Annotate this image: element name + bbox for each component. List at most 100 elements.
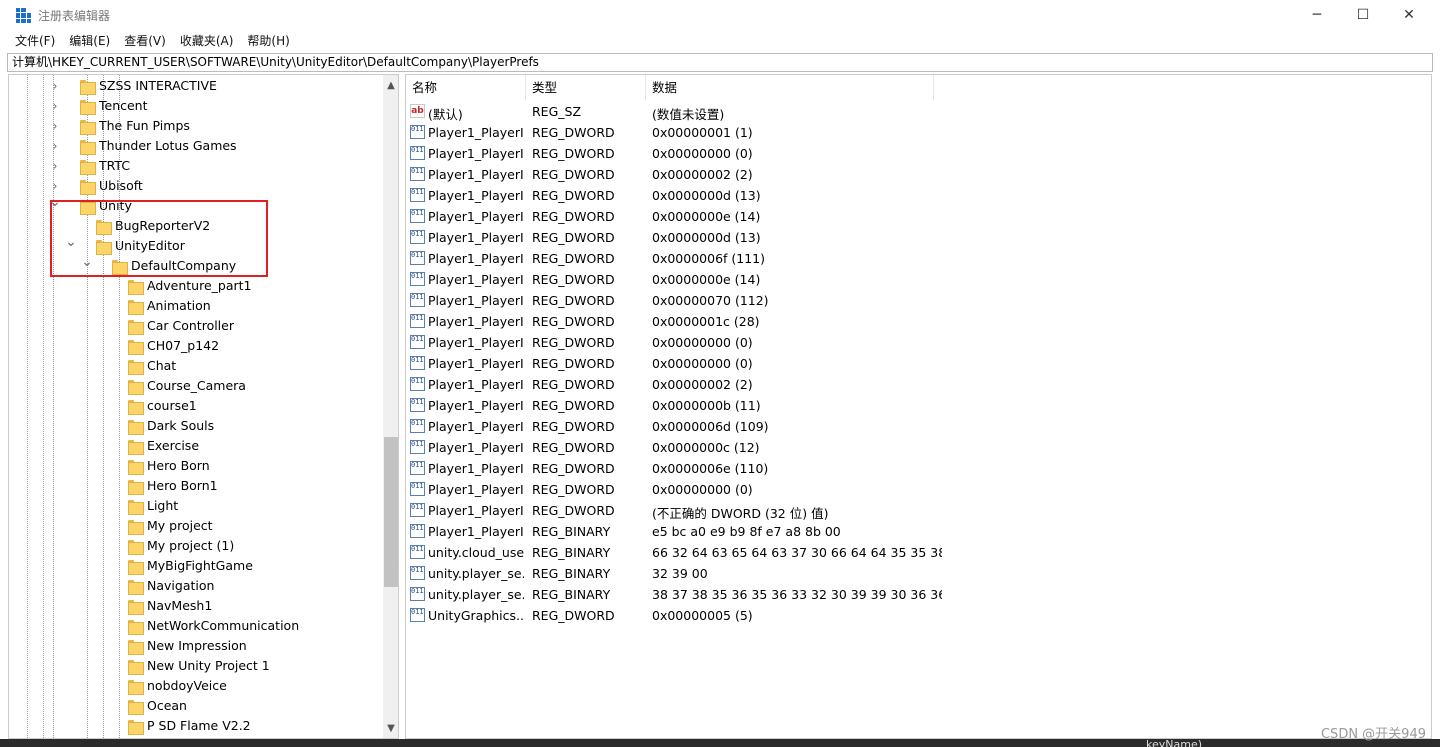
value-row[interactable]: 0110unity.player_se... REG_BINARY 32 39 00 xyxy=(406,563,1431,584)
value-row[interactable]: 0110Player1_PlayerI... REG_DWORD 0x0000006… xyxy=(406,458,1431,479)
value-data: (不正确的 DWORD (32 位) 值) xyxy=(652,506,829,521)
tree-item-label: Thunder Lotus Games xyxy=(99,138,237,153)
value-row[interactable]: 0110Player1_PlayerI... REG_DWORD 0x0000000… xyxy=(406,437,1431,458)
key-tree-pane[interactable]: › SZSS INTERACTIVE › Tencent › The Fun Pimps ›… xyxy=(8,74,399,739)
chevron-right-icon[interactable]: › xyxy=(49,76,61,96)
close-button[interactable]: ✕ xyxy=(1386,0,1432,30)
value-row[interactable]: 0110Player1_PlayerI... REG_DWORD 0x0000000… xyxy=(406,206,1431,227)
folder-icon xyxy=(128,480,144,495)
value-row[interactable]: 0110Player1_PlayerI... REG_DWORD 0x0000000… xyxy=(406,122,1431,143)
tree-item[interactable]: My project xyxy=(9,516,382,536)
scroll-down-arrow-icon[interactable]: ▼ xyxy=(383,718,398,738)
menu-help[interactable]: 帮助(H) xyxy=(240,30,296,52)
tree-item[interactable]: NavMesh1 xyxy=(9,596,382,616)
value-row[interactable]: 0110unity.cloud_use... REG_BINARY 66 32 64… xyxy=(406,542,1431,563)
pane-splitter[interactable] xyxy=(400,74,404,739)
value-type: REG_SZ xyxy=(532,104,582,119)
value-row[interactable]: 0110UnityGraphics... REG_DWORD 0x00000005 … xyxy=(406,605,1431,626)
tree-item-label: Ocean xyxy=(147,698,187,713)
tree-item[interactable]: Light xyxy=(9,496,382,516)
tree-item[interactable]: Ocean xyxy=(9,696,382,716)
folder-icon xyxy=(128,340,144,355)
tree-item[interactable]: Car Controller xyxy=(9,316,382,336)
chevron-right-icon[interactable]: › xyxy=(49,156,61,176)
value-row[interactable]: 0110unity.player_se... REG_BINARY 38 37 38… xyxy=(406,584,1431,605)
chevron-right-icon[interactable]: › xyxy=(49,96,61,116)
column-header-type[interactable]: 类型 xyxy=(526,75,646,100)
tree-item[interactable]: course1 xyxy=(9,396,382,416)
value-name: Player1_PlayerI... xyxy=(428,146,524,161)
menu-favorites[interactable]: 收藏夹(A) xyxy=(173,30,241,52)
binary-value-icon: 0110 xyxy=(410,146,425,160)
value-data: 38 37 38 35 36 35 36 33 32 30 39 39 30 3… xyxy=(652,587,942,602)
value-row[interactable]: 0110Player1_PlayerI... REG_DWORD 0x0000006… xyxy=(406,416,1431,437)
value-row[interactable]: 0110Player1_PlayerI... REG_DWORD 0x0000000… xyxy=(406,332,1431,353)
value-name: (默认) xyxy=(428,107,463,122)
value-row[interactable]: 0110Player1_PlayerI... REG_DWORD 0x0000000… xyxy=(406,395,1431,416)
tree-item[interactable]: CH07_p142 xyxy=(9,336,382,356)
tree-item[interactable]: nobdoyVeice xyxy=(9,676,382,696)
tree-item[interactable]: Hero Born1 xyxy=(9,476,382,496)
tree-item[interactable]: › Thunder Lotus Games xyxy=(9,136,382,156)
tree-item[interactable]: › TRTC xyxy=(9,156,382,176)
value-name: Player1_PlayerI... xyxy=(428,272,524,287)
tree-item[interactable]: Adventure_part1 xyxy=(9,276,382,296)
tree-item[interactable]: Course_Camera xyxy=(9,376,382,396)
menu-file[interactable]: 文件(F) xyxy=(8,30,62,52)
folder-icon xyxy=(128,320,144,335)
value-row[interactable]: 0110Player1_PlayerI... REG_DWORD 0x0000000… xyxy=(406,185,1431,206)
tree-item[interactable]: Animation xyxy=(9,296,382,316)
column-header-data[interactable]: 数据 xyxy=(646,75,934,100)
value-name: Player1_PlayerI... xyxy=(428,209,524,224)
value-row[interactable]: 0110Player1_PlayerI... REG_DWORD 0x0000000… xyxy=(406,227,1431,248)
tree-item[interactable]: My project (1) xyxy=(9,536,382,556)
binary-value-icon: 0110 xyxy=(410,461,425,475)
tree-item[interactable]: Dark Souls xyxy=(9,416,382,436)
tree-item[interactable]: New Impression xyxy=(9,636,382,656)
chevron-right-icon[interactable]: › xyxy=(49,136,61,156)
menu-edit[interactable]: 编辑(E) xyxy=(62,30,117,52)
value-type: REG_BINARY xyxy=(532,587,611,602)
address-bar[interactable]: 计算机\HKEY_CURRENT_USER\SOFTWARE\Unity\Uni… xyxy=(7,53,1433,72)
tree-item[interactable]: › Ubisoft xyxy=(9,176,382,196)
tree-item[interactable]: › Tencent xyxy=(9,96,382,116)
tree-item[interactable]: Exercise xyxy=(9,436,382,456)
values-list-pane[interactable]: 名称 类型 数据 ab(默认)REG_SZ(数值未设置)0110Player1_… xyxy=(405,74,1432,739)
value-row[interactable]: 0110Player1_PlayerI... REG_DWORD 0x0000001… xyxy=(406,311,1431,332)
value-row[interactable]: 0110Player1_PlayerI... REG_DWORD 0x0000000… xyxy=(406,143,1431,164)
value-row[interactable]: 0110Player1_PlayerI... REG_DWORD 0x0000000… xyxy=(406,164,1431,185)
value-row[interactable]: 0110Player1_PlayerI... REG_DWORD 0x0000006… xyxy=(406,248,1431,269)
title-bar[interactable]: 注册表编辑器 ─ ☐ ✕ xyxy=(0,0,1440,30)
string-value-icon: ab xyxy=(410,104,425,118)
tree-item[interactable]: Chat xyxy=(9,356,382,376)
tree-item[interactable]: › The Fun Pimps xyxy=(9,116,382,136)
value-row[interactable]: 0110Player1_PlayerI... REG_DWORD 0x0000000… xyxy=(406,269,1431,290)
tree-scrollbar[interactable]: ▲ ▼ xyxy=(383,75,398,738)
tree-item[interactable]: New Unity Project 1 xyxy=(9,656,382,676)
value-row[interactable]: 0110Player1_PlayerI... REG_DWORD 0x0000000… xyxy=(406,353,1431,374)
tree-item[interactable]: Navigation xyxy=(9,576,382,596)
menu-view[interactable]: 查看(V) xyxy=(117,30,173,52)
tree-item-label: Tencent xyxy=(99,98,148,113)
value-name: Player1_PlayerI... xyxy=(428,398,524,413)
value-row[interactable]: ab (默认) REG_SZ (数值未设置) xyxy=(406,101,1431,122)
tree-item[interactable]: P SD Flame V2.2 xyxy=(9,716,382,736)
tree-item-label: Adventure_part1 xyxy=(147,278,252,293)
minimize-button[interactable]: ─ xyxy=(1294,0,1340,30)
tree-item[interactable]: MyBigFightGame xyxy=(9,556,382,576)
value-row[interactable]: 0110Player1_PlayerI... REG_DWORD 0x0000000… xyxy=(406,479,1431,500)
tree-item[interactable]: Hero Born xyxy=(9,456,382,476)
value-row[interactable]: 0110Player1_PlayerI... REG_DWORD (不正确的 DWO… xyxy=(406,500,1431,521)
tree-item[interactable]: NetWorkCommunication xyxy=(9,616,382,636)
column-header-name[interactable]: 名称 xyxy=(406,75,526,100)
tree-item[interactable]: › SZSS INTERACTIVE xyxy=(9,76,382,96)
scroll-up-arrow-icon[interactable]: ▲ xyxy=(383,75,398,95)
value-row[interactable]: 0110Player1_PlayerI... REG_DWORD 0x0000007… xyxy=(406,290,1431,311)
value-row[interactable]: 0110Player1_PlayerI... REG_DWORD 0x0000000… xyxy=(406,374,1431,395)
value-row[interactable]: 0110Player1_PlayerI... REG_BINARY e5 bc a0… xyxy=(406,521,1431,542)
maximize-button[interactable]: ☐ xyxy=(1340,0,1386,30)
binary-value-icon: 0110 xyxy=(410,377,425,391)
tree-item-label: Ubisoft xyxy=(99,178,143,193)
chevron-right-icon[interactable]: › xyxy=(49,116,61,136)
scroll-thumb[interactable] xyxy=(384,437,398,587)
